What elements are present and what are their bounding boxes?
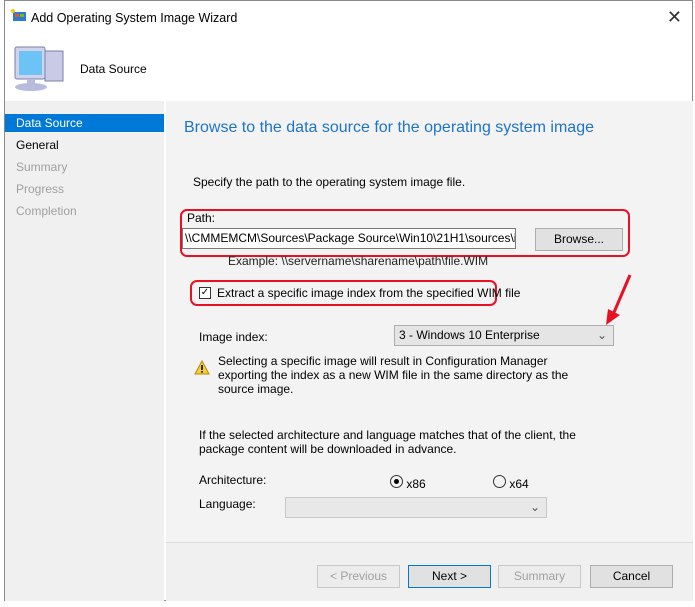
sidebar-item-progress: Progress xyxy=(16,182,65,196)
image-index-label: Image index: xyxy=(199,330,268,344)
close-icon[interactable]: ✕ xyxy=(667,7,682,28)
radio-x86-label: x86 xyxy=(406,477,426,491)
main-panel: Browse to the data source for the operat… xyxy=(166,101,693,601)
path-label: Path: xyxy=(187,211,216,225)
image-index-value: 3 - Windows 10 Enterprise xyxy=(399,328,540,342)
wizard-app-icon xyxy=(11,9,27,23)
chevron-down-icon: ⌄ xyxy=(529,500,540,514)
page-heading: Browse to the data source for the operat… xyxy=(184,119,594,136)
sidebar-item-completion: Completion xyxy=(16,204,77,218)
cancel-button[interactable]: Cancel xyxy=(590,565,673,588)
red-arrow-annotation xyxy=(606,273,636,336)
header-page-title: Data Source xyxy=(80,62,147,76)
sidebar-item-general[interactable]: General xyxy=(5,136,164,154)
sidebar-item-summary: Summary xyxy=(16,160,68,174)
previous-button: < Previous xyxy=(317,565,400,588)
image-index-dropdown[interactable]: 3 - Windows 10 Enterprise ⌄ xyxy=(394,325,614,346)
sidebar-item-data-source[interactable]: Data Source xyxy=(5,114,164,132)
wizard-window: Add Operating System Image Wizard ✕ Data… xyxy=(4,0,693,601)
radio-x64-button[interactable] xyxy=(493,475,506,488)
warning-text: Selecting a specific image will result i… xyxy=(218,354,569,396)
radio-x64-label: x64 xyxy=(509,477,529,491)
sidebar: Data Source General Summary Progress Com… xyxy=(5,101,164,601)
warning-icon xyxy=(194,359,210,378)
extract-label[interactable]: Extract a specific image index from the … xyxy=(217,286,520,300)
instruction-text: Specify the path to the operating system… xyxy=(193,175,466,189)
language-dropdown[interactable]: ⌄ xyxy=(285,497,547,518)
summary-button: Summary xyxy=(498,565,581,588)
radio-x64[interactable]: x64 xyxy=(493,475,529,491)
computer-icon xyxy=(11,43,67,93)
architecture-note: If the selected architecture and languag… xyxy=(199,428,576,456)
next-button[interactable]: Next > xyxy=(408,565,491,588)
path-example: Example: \\servername\sharename\path\fil… xyxy=(228,254,489,268)
architecture-label: Architecture: xyxy=(199,473,267,487)
radio-x86-button[interactable] xyxy=(390,475,403,488)
path-input[interactable]: \\CMMEMCM\Sources\Package Source\Win10\2… xyxy=(182,228,516,249)
window-title: Add Operating System Image Wizard xyxy=(31,11,238,25)
browse-button[interactable]: Browse... xyxy=(535,228,623,251)
extract-checkbox[interactable]: ✓ xyxy=(199,287,211,299)
radio-x86[interactable]: x86 xyxy=(390,475,426,491)
language-label: Language: xyxy=(199,497,256,511)
